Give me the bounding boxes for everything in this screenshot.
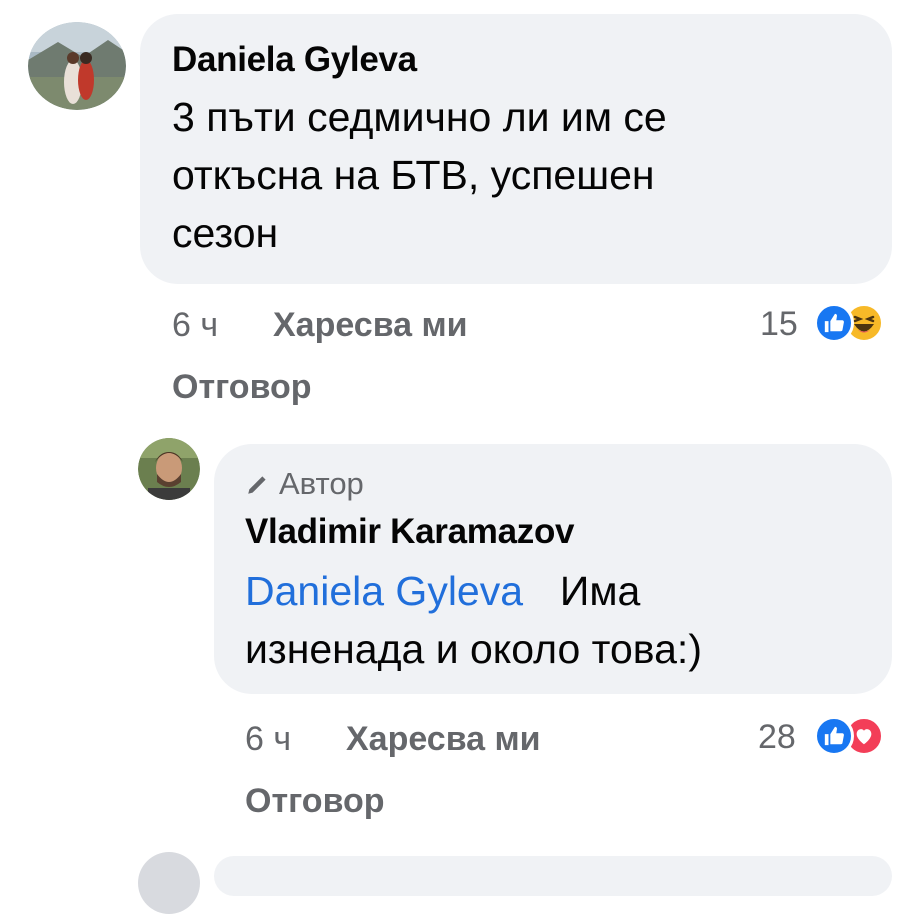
reaction-icons[interactable] <box>814 716 884 756</box>
timestamp[interactable]: 6 ч <box>172 306 218 344</box>
like-icon <box>814 716 854 756</box>
comment-actions: 6 ч Харесва ми <box>245 720 541 759</box>
comment-actions: 6 ч Харесва ми <box>172 306 468 345</box>
avatar-daniela-image <box>28 22 126 110</box>
reaction-icons[interactable] <box>814 303 884 343</box>
author-badge-label: Автор <box>279 466 364 501</box>
avatar-vladimir-image <box>138 438 200 500</box>
reaction-count[interactable]: 28 <box>758 718 796 757</box>
pencil-icon <box>248 476 266 494</box>
avatar-daniela[interactable] <box>28 22 126 110</box>
reply-button[interactable]: Отговор <box>245 782 385 821</box>
reaction-count[interactable]: 15 <box>760 305 798 344</box>
comment-line: сезон <box>172 210 279 256</box>
comment-text-first: Има <box>559 568 641 614</box>
author-badge: Автор <box>245 466 364 502</box>
comment-line: откъсна на БТВ, успешен <box>172 152 655 198</box>
like-button[interactable]: Харесва ми <box>346 720 541 758</box>
reply-button[interactable]: Отговор <box>172 368 312 407</box>
author-name[interactable]: Vladimir Karamazov <box>245 512 574 552</box>
comment-text: Daniela Gyleva Има изненада и около това… <box>245 562 885 678</box>
next-comment-bubble <box>214 856 892 896</box>
comment-line: Daniela Gyleva Има <box>245 562 885 620</box>
comment-line: 3 пъти седмично ли им се <box>172 94 667 140</box>
avatar-vladimir[interactable] <box>138 438 200 500</box>
author-name[interactable]: Daniela Gyleva <box>172 40 417 80</box>
next-comment-avatar <box>138 852 200 914</box>
comment-text: 3 пъти седмично ли им се откъсна на БТВ,… <box>172 88 872 262</box>
comment-line: изненада и около това:) <box>245 626 702 672</box>
like-button[interactable]: Харесва ми <box>273 306 468 344</box>
like-icon <box>814 303 854 343</box>
timestamp[interactable]: 6 ч <box>245 720 291 758</box>
mention-link[interactable]: Daniela Gyleva <box>245 568 523 614</box>
